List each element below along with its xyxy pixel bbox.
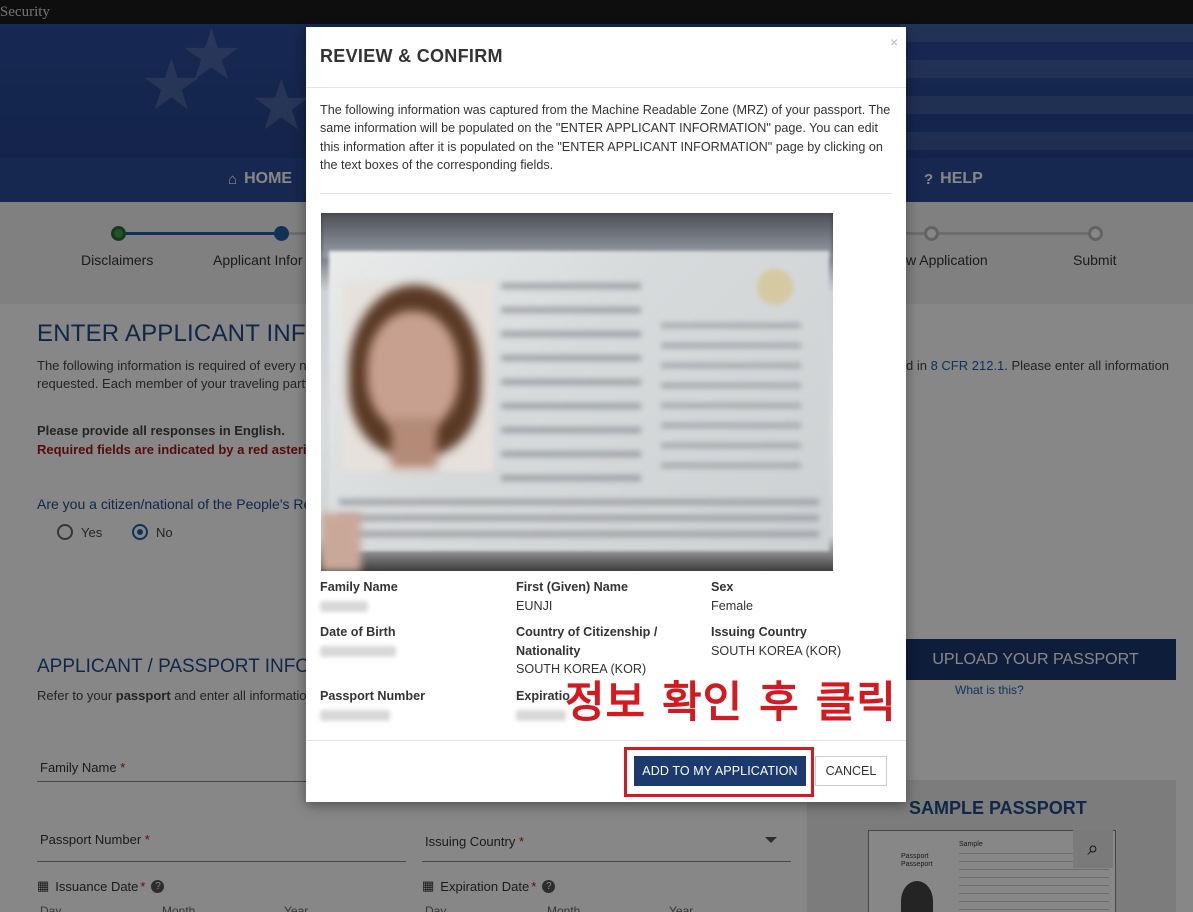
- issuing-country-label: Issuing Country: [711, 625, 807, 639]
- divider: [306, 740, 906, 741]
- issuing-country-value: SOUTH KOREA (KOR): [711, 644, 842, 658]
- redacted-value: [320, 601, 368, 612]
- cancel-button[interactable]: CANCEL: [815, 756, 887, 786]
- passport-text-column: [661, 323, 801, 473]
- passport-mrz: [339, 499, 819, 539]
- dob-label: Date of Birth: [320, 625, 396, 639]
- photo-hand: [321, 513, 361, 571]
- citizenship-label-line2: Nationality: [516, 644, 581, 658]
- photo-face: [367, 311, 459, 431]
- passport-seal: [757, 269, 793, 305]
- sex-value: Female: [711, 599, 753, 613]
- modal-description: The following information was captured f…: [320, 103, 891, 172]
- redacted-value: [320, 710, 390, 721]
- divider: [320, 193, 892, 194]
- close-icon[interactable]: ×: [890, 34, 898, 50]
- highlight-box: [624, 747, 814, 797]
- first-name-value: EUNJI: [516, 599, 553, 613]
- passport-text-column: [501, 283, 641, 483]
- modal-title: REVIEW & CONFIRM: [320, 46, 503, 66]
- photo-neck: [391, 418, 437, 468]
- passport-number-label: Passport Number: [320, 689, 425, 703]
- passport-photo: [321, 213, 833, 571]
- family-name-label: Family Name: [320, 580, 398, 594]
- citizenship-label-line1: Country of Citizenship /: [516, 625, 658, 639]
- instruction-annotation: 정보 확인 후 클릭: [565, 678, 897, 728]
- redacted-value: [516, 710, 566, 721]
- first-name-label: First (Given) Name: [516, 580, 628, 594]
- divider: [306, 87, 906, 88]
- redacted-value: [320, 646, 396, 657]
- expiration-label: Expiratio: [516, 689, 570, 703]
- sex-label: Sex: [711, 580, 734, 594]
